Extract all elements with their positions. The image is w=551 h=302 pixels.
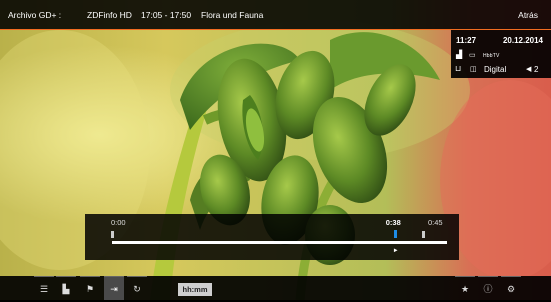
- play-icon: ►: [392, 248, 399, 254]
- audio-track: 2: [534, 65, 539, 74]
- info-icon: ⓘ: [483, 284, 493, 294]
- list-icon: ☰: [39, 284, 49, 294]
- favorite-button[interactable]: ★: [455, 276, 475, 300]
- clock: 11:27: [456, 36, 477, 45]
- end-marker: [422, 231, 425, 238]
- list-button[interactable]: ☰: [34, 276, 54, 300]
- subtitle-icon: ▙: [62, 284, 70, 294]
- chapter-icon: ⚑: [85, 284, 95, 294]
- channel-name: ZDFinfo HD: [87, 10, 132, 20]
- source-label: Archivo GD+ :: [8, 10, 62, 20]
- bottom-toolbar: ☰ ▙ ⚑ ⇥ ↻ hh:mm ★ ⓘ ⚙: [0, 276, 551, 300]
- settings-icon: ⚙: [506, 284, 516, 294]
- info-button[interactable]: ⓘ: [478, 276, 498, 300]
- progress-track[interactable]: [112, 241, 447, 244]
- current-time: 0:38: [385, 218, 401, 227]
- hbbtv-label: HbbTV: [483, 53, 500, 59]
- top-bar: Archivo GD+ : ZDFinfo HD 17:05 - 17:50 F…: [0, 0, 551, 30]
- signal-icon: ▟: [456, 50, 463, 59]
- repeat-icon: ↻: [133, 284, 141, 294]
- program-time: 17:05 - 17:50: [141, 10, 192, 20]
- skip-icon: ⇥: [110, 284, 118, 294]
- date: 20.12.2014: [502, 36, 543, 45]
- audio-icon: ◀: [526, 66, 532, 73]
- time-jump-input[interactable]: hh:mm: [178, 283, 212, 296]
- playback-progress-panel: 0:00 0:38 0:45 ►: [85, 214, 459, 260]
- audio-format: Digital: [484, 65, 507, 74]
- skip-button[interactable]: ⇥: [104, 276, 124, 300]
- dolby-icon: ◫: [470, 66, 477, 73]
- record-icon: ⊔: [455, 64, 462, 73]
- program-title: Flora und Fauna: [201, 10, 264, 20]
- back-button[interactable]: Atrás: [518, 0, 538, 30]
- chapter-button[interactable]: ⚑: [80, 276, 100, 300]
- status-info-box: 11:27 20.12.2014 ▟ ▭ HbbTV ⊔ ◫ Digital ◀…: [451, 30, 551, 78]
- subtitle-button[interactable]: ▙: [56, 276, 76, 300]
- settings-button[interactable]: ⚙: [501, 276, 521, 300]
- position-marker[interactable]: [393, 230, 397, 238]
- repeat-button[interactable]: ↻: [127, 276, 147, 300]
- start-marker: [111, 231, 114, 238]
- end-time: 0:45: [428, 218, 443, 227]
- favorite-icon: ★: [460, 284, 470, 294]
- start-time: 0:00: [111, 218, 126, 227]
- subtitle-icon: ▭: [469, 52, 476, 59]
